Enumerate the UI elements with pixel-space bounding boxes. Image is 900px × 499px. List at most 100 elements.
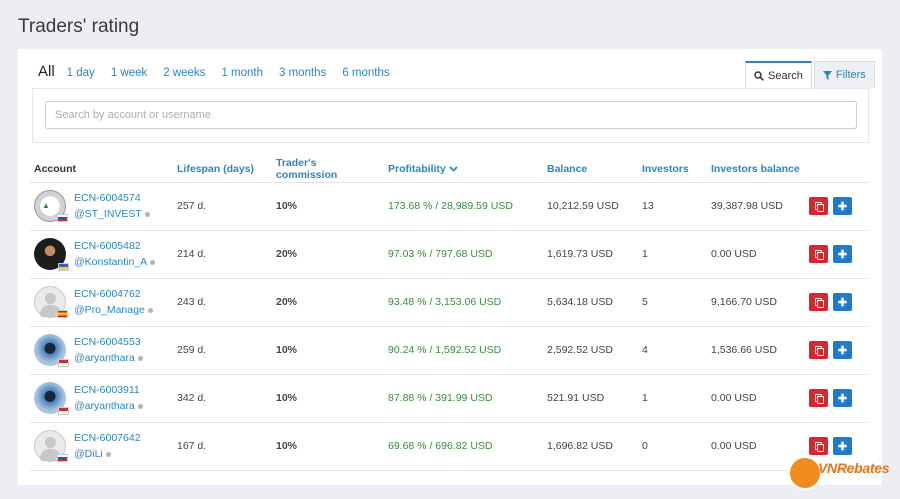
commission-cell: 10% — [272, 374, 384, 423]
account-id[interactable]: ECN-6004553 — [74, 334, 143, 350]
header-profitability[interactable]: Profitability — [384, 157, 543, 183]
header-balance[interactable]: Balance — [543, 157, 638, 183]
profitability-cell: 93.48 % / 3,153.06 USD — [384, 278, 543, 327]
copy-button[interactable] — [809, 197, 828, 215]
avatar[interactable] — [34, 334, 69, 367]
profitability-cell: 69.68 % / 696.82 USD — [384, 422, 543, 471]
avatar[interactable]: ▲ — [34, 190, 68, 222]
period-3-months[interactable]: 3 months — [279, 67, 326, 79]
status-dot-icon — [137, 355, 143, 361]
tab-filters[interactable]: Filters — [813, 61, 875, 88]
lifespan-cell: 342 d. — [173, 374, 272, 423]
commission-cell: 10% — [272, 182, 384, 231]
brand-logo-icon — [788, 456, 822, 490]
account-username[interactable]: @Konstantin_A — [74, 256, 147, 268]
copy-button[interactable] — [809, 341, 828, 359]
investors-cell: 5 — [638, 278, 707, 327]
investors-balance-cell: 0.00 USD — [707, 230, 805, 279]
add-button[interactable]: ✚ — [833, 341, 852, 359]
header-lifespan[interactable]: Lifespan (days) — [173, 157, 272, 183]
profitability-cell: 87.88 % / 391.99 USD — [384, 374, 543, 423]
tab-filters-label: Filters — [835, 69, 866, 81]
search-input[interactable] — [45, 101, 857, 129]
header-profitability-label: Profitability — [388, 163, 446, 176]
copy-button[interactable] — [809, 437, 828, 455]
search-icon — [754, 70, 764, 81]
account-id[interactable]: ECN-6003911 — [74, 382, 143, 398]
flag-russia-icon — [57, 214, 68, 222]
investors-balance-cell: 9,166.70 USD — [707, 278, 805, 327]
table-row: ECN-6004762 @Pro_Manage 243 d. 20% 93.48 … — [30, 278, 869, 327]
balance-cell: 1,619.73 USD — [543, 230, 638, 279]
status-dot-icon — [144, 211, 150, 217]
account-id[interactable]: ECN-6005482 — [74, 238, 155, 254]
profitability-cell: 90.24 % / 1,592.52 USD — [384, 326, 543, 375]
profitability-cell: 173.68 % / 28,989.59 USD — [384, 182, 543, 231]
default-avatar-icon — [45, 437, 56, 448]
search-panel — [32, 88, 869, 143]
avatar[interactable] — [34, 382, 69, 415]
plus-icon: ✚ — [837, 248, 848, 261]
commission-cell: 10% — [272, 422, 384, 471]
header-account: Account — [30, 157, 173, 183]
table-row: ECN-6005482 @Konstantin_A 214 d. 20% 97.0… — [30, 230, 869, 279]
account-id[interactable]: ECN-6004574 — [74, 190, 150, 206]
table-row: ECN-6003911 @aryanthara 342 d. 10% 87.88 … — [30, 374, 869, 423]
rating-card: All 1 day 1 week 2 weeks 1 month 3 month… — [18, 49, 882, 485]
account-id[interactable]: ECN-6007642 — [74, 430, 141, 446]
plus-icon: ✚ — [837, 344, 848, 357]
add-button[interactable]: ✚ — [833, 293, 852, 311]
account-username[interactable]: @aryanthara — [74, 352, 135, 364]
account-username[interactable]: @aryanthara — [74, 400, 135, 412]
copy-icon — [814, 393, 824, 404]
investors-balance-cell: 1,536.66 USD — [707, 326, 805, 375]
period-1-week[interactable]: 1 week — [111, 67, 147, 79]
flag-spain-icon — [57, 310, 68, 318]
header-actions — [805, 157, 869, 183]
brand-watermark: VNRebates — [788, 454, 894, 494]
copy-icon — [814, 297, 824, 308]
investors-cell: 13 — [638, 182, 707, 231]
period-1-month[interactable]: 1 month — [221, 67, 263, 79]
flag-indonesia-icon — [58, 407, 69, 415]
lifespan-cell: 259 d. — [173, 326, 272, 375]
commission-cell: 20% — [272, 278, 384, 327]
account-username[interactable]: @ST_INVEST — [74, 208, 142, 220]
copy-button[interactable] — [809, 389, 828, 407]
table-row: ECN-6007642 @DiLi 167 d. 10% 69.68 % / 69… — [30, 422, 869, 471]
header-commission[interactable]: Trader's commission — [272, 157, 384, 183]
add-button[interactable]: ✚ — [833, 389, 852, 407]
page-title: Traders' rating — [18, 16, 140, 37]
period-1-day[interactable]: 1 day — [67, 67, 95, 79]
add-button[interactable]: ✚ — [833, 245, 852, 263]
add-button[interactable]: ✚ — [833, 437, 852, 455]
header-investors[interactable]: Investors — [638, 157, 707, 183]
default-avatar-icon — [45, 293, 56, 304]
copy-button[interactable] — [809, 245, 828, 263]
add-button[interactable]: ✚ — [833, 197, 852, 215]
period-6-months[interactable]: 6 months — [342, 67, 389, 79]
tab-search[interactable]: Search — [745, 61, 812, 88]
account-id[interactable]: ECN-6004762 — [74, 286, 153, 302]
avatar[interactable] — [34, 238, 69, 271]
account-username[interactable]: @Pro_Manage — [74, 304, 145, 316]
filter-icon — [822, 70, 832, 80]
trader-logo-icon: ▲ — [42, 201, 50, 210]
copy-button[interactable] — [809, 293, 828, 311]
period-2-weeks[interactable]: 2 weeks — [163, 67, 205, 79]
period-all[interactable]: All — [38, 63, 55, 80]
lifespan-cell: 167 d. — [173, 422, 272, 471]
table-header-row: Account Lifespan (days) Trader's commiss… — [30, 157, 869, 183]
avatar[interactable] — [34, 430, 68, 462]
traders-table: Account Lifespan (days) Trader's commiss… — [30, 157, 869, 471]
header-investors-balance[interactable]: Investors balance — [707, 157, 805, 183]
commission-cell: 20% — [272, 230, 384, 279]
avatar[interactable] — [34, 286, 68, 318]
flag-russia-icon — [57, 454, 68, 462]
plus-icon: ✚ — [837, 440, 848, 453]
flag-ukraine-icon — [58, 263, 69, 271]
flag-indonesia-icon — [58, 359, 69, 367]
investors-cell: 0 — [638, 422, 707, 471]
table-row: ▲ ECN-6004574 @ST_INVEST 257 d. 10% 173.6… — [30, 182, 869, 231]
account-username[interactable]: @DiLi — [74, 448, 103, 460]
